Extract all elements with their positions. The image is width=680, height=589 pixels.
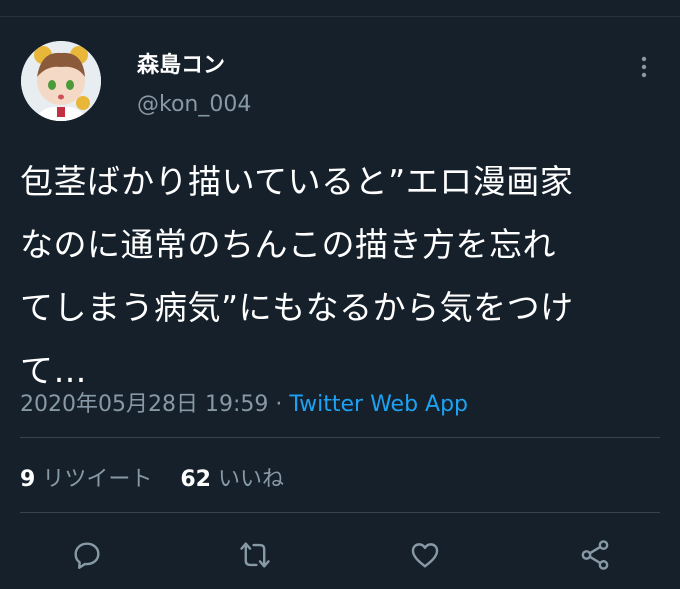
- like-count[interactable]: 62: [180, 467, 211, 492]
- retweet-icon[interactable]: [238, 538, 272, 572]
- like-label[interactable]: いいね: [218, 467, 284, 492]
- like-icon[interactable]: [408, 538, 442, 572]
- top-divider: [0, 16, 680, 17]
- retweet-label[interactable]: リツイート: [42, 467, 152, 492]
- tweet-line: 包茎ばかり描いていると”エロ漫画家: [20, 162, 574, 201]
- tweet-line: なのに通常のちんこの描き方を忘れ: [20, 225, 556, 264]
- reply-icon[interactable]: [70, 538, 104, 572]
- share-icon[interactable]: [578, 538, 612, 572]
- user-handle[interactable]: @kon_004: [137, 92, 251, 117]
- divider: [20, 437, 660, 438]
- engagement-stats: 9 リツイート 62 いいね: [20, 461, 284, 493]
- tweet-text: 包茎ばかり描いていると”エロ漫画家 なのに通常のちんこの描き方を忘れ てしまう病気”…: [20, 150, 670, 402]
- source-link[interactable]: Twitter Web App: [289, 392, 468, 417]
- meta-separator: ·: [268, 392, 290, 417]
- timestamp[interactable]: 2020年05月28日 19:59: [20, 392, 268, 417]
- avatar-image: [21, 41, 101, 121]
- tweet-line: てしまう病気”にもなるから気をつけ: [20, 288, 574, 327]
- retweet-count[interactable]: 9: [20, 467, 35, 492]
- display-name[interactable]: 森島コン: [137, 47, 225, 79]
- more-options-icon[interactable]: [634, 55, 654, 79]
- avatar[interactable]: [21, 41, 101, 121]
- divider: [20, 512, 660, 513]
- tweet-meta: 2020年05月28日 19:59 · Twitter Web App: [20, 386, 468, 418]
